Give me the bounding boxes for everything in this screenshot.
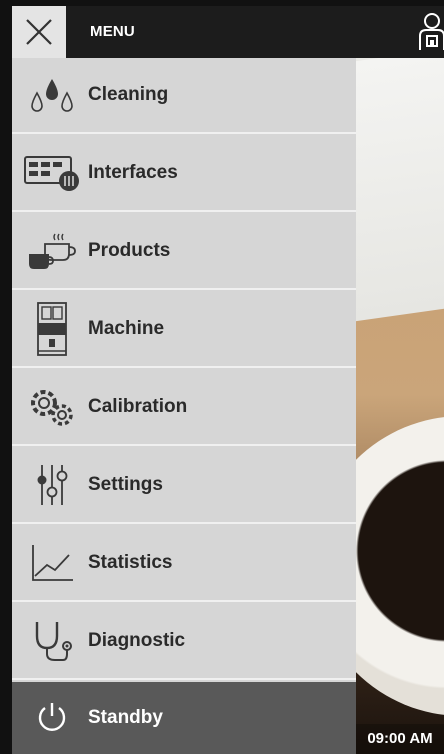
menu-item-label: Statistics (88, 552, 173, 573)
app-frame: MENU Cleaning Interfaces Products Machin… (12, 6, 444, 754)
side-menu: Cleaning Interfaces Products Machine Cal… (12, 58, 356, 754)
clock: 09:00 AM (356, 724, 444, 754)
gears-icon (20, 377, 84, 437)
menu-title: MENU (90, 23, 135, 40)
menu-item-products[interactable]: Products (12, 214, 356, 290)
menu-item-statistics[interactable]: Statistics (12, 526, 356, 602)
coffee-cups-icon (20, 221, 84, 281)
menu-item-label: Products (88, 240, 171, 261)
menu-item-settings[interactable]: Settings (12, 448, 356, 524)
close-icon (26, 19, 52, 45)
power-icon (20, 688, 84, 748)
menu-item-calibration[interactable]: Calibration (12, 370, 356, 446)
coffee-machine-icon (20, 299, 84, 359)
newspaper-image (342, 44, 444, 324)
stethoscope-icon (20, 611, 84, 671)
menu-item-label: Calibration (88, 396, 188, 417)
line-chart-icon (20, 533, 84, 593)
user-icon[interactable] (417, 12, 444, 52)
sliders-icon (20, 455, 84, 515)
menu-item-label: Interfaces (88, 162, 178, 183)
top-bar: MENU (12, 6, 444, 58)
menu-item-label: Cleaning (88, 84, 169, 105)
standby-button[interactable]: Standby (12, 682, 356, 754)
menu-item-machine[interactable]: Machine (12, 292, 356, 368)
menu-item-interfaces[interactable]: Interfaces (12, 136, 356, 212)
menu-item-label: Settings (88, 474, 163, 495)
menu-item-diagnostic[interactable]: Diagnostic (12, 604, 356, 680)
close-menu-button[interactable] (12, 6, 66, 58)
menu-item-cleaning[interactable]: Cleaning (12, 58, 356, 134)
menu-item-label: Machine (88, 318, 165, 339)
standby-label: Standby (88, 707, 163, 728)
menu-item-label: Diagnostic (88, 630, 186, 651)
interfaces-icon (20, 143, 84, 203)
water-drops-icon (20, 65, 84, 125)
